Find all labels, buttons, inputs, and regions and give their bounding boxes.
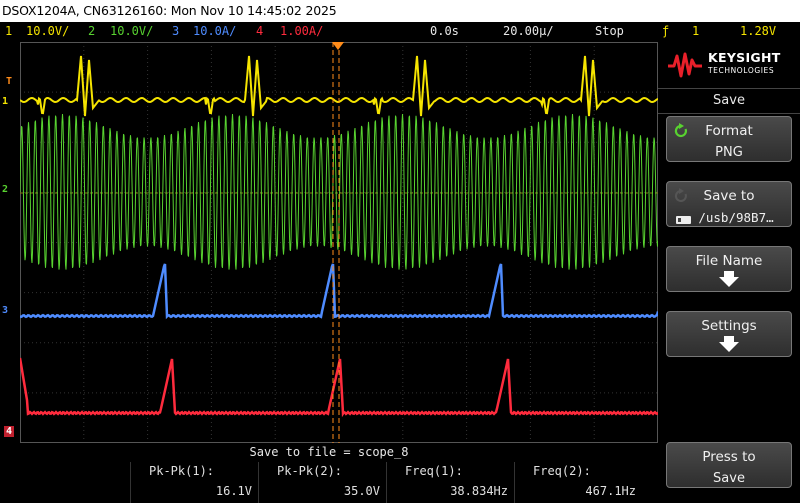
brand-subtitle: TECHNOLOGIES (708, 66, 775, 75)
save-to-label: Save to (703, 188, 755, 204)
measurement-value: 16.1V (215, 484, 252, 498)
measurement-pkpk1[interactable]: Pk-Pk(1): 16.1V (130, 462, 258, 503)
press-to-save-label-1: Press to (702, 449, 756, 465)
run-state: Stop (595, 24, 624, 38)
trigger-edge-icon: ƒ (662, 24, 670, 38)
ch1-ground-marker[interactable]: 1 (2, 96, 8, 107)
ch3-number[interactable]: 3 (172, 24, 179, 38)
settings-label: Settings (701, 318, 757, 334)
window-title: DSOX1204A, CN63126160: Mon Nov 10 14:45:… (0, 0, 800, 22)
measurement-freq2[interactable]: Freq(2): 467.1Hz (514, 462, 642, 503)
keysight-logo: KEYSIGHT TECHNOLOGIES (658, 42, 800, 86)
ch4-scale[interactable]: 1.00A/ (280, 24, 323, 38)
save-status-message: Save to file = scope_8 (249, 445, 409, 459)
measurement-bar: Pk-Pk(1): 16.1V Pk-Pk(2): 35.0V Freq(1):… (0, 462, 658, 503)
ch3-ground-marker[interactable]: 3 (2, 305, 8, 316)
ch1-scale[interactable]: 10.0V/ (26, 24, 69, 38)
status-bar: 1 10.0V/ 2 10.0V/ 3 10.0A/ 4 1.00A/ 0.0s… (0, 22, 800, 42)
press-to-save-softkey[interactable]: Press to Save (666, 442, 792, 488)
waveform-svg (18, 42, 660, 443)
ch4-number[interactable]: 4 (256, 24, 263, 38)
ch1-number[interactable]: 1 (5, 24, 12, 38)
ch4-ground-marker[interactable]: 4 (4, 426, 15, 437)
trigger-level[interactable]: 1.28V (740, 24, 776, 38)
softkey-panel: KEYSIGHT TECHNOLOGIES Save Format PNG Sa… (658, 42, 800, 503)
keysight-wave-icon (668, 52, 702, 78)
ch2-scale[interactable]: 10.0V/ (110, 24, 153, 38)
ch3-scale[interactable]: 10.0A/ (193, 24, 236, 38)
trigger-level-marker[interactable]: T (6, 76, 12, 87)
trigger-source[interactable]: 1 (692, 24, 699, 38)
measurement-label: Freq(2): (533, 464, 591, 478)
format-label: Format (705, 123, 753, 139)
press-to-save-label-2: Save (713, 471, 745, 486)
measurement-freq1[interactable]: Freq(1): 38.834Hz (386, 462, 514, 503)
submenu-arrow-icon (719, 271, 739, 287)
file-name-softkey[interactable]: File Name (666, 246, 792, 292)
trigger-time-marker-icon (332, 42, 344, 50)
submenu-arrow-icon (719, 336, 739, 352)
format-softkey[interactable]: Format PNG (666, 116, 792, 162)
settings-softkey[interactable]: Settings (666, 311, 792, 357)
measurement-label: Freq(1): (405, 464, 463, 478)
save-to-softkey[interactable]: Save to /usb/98B7… (666, 181, 792, 227)
menu-title: Save (658, 88, 800, 114)
measurement-pkpk2[interactable]: Pk-Pk(2): 35.0V (258, 462, 386, 503)
format-value: PNG (715, 145, 743, 160)
measurement-value: 467.1Hz (585, 484, 636, 498)
measurement-label: Pk-Pk(2): (277, 464, 343, 478)
brand-name: KEYSIGHT (708, 50, 781, 65)
time-delay[interactable]: 0.0s (430, 24, 459, 38)
usb-drive-icon (676, 216, 691, 224)
ch2-ground-marker[interactable]: 2 (2, 184, 8, 195)
waveform-display[interactable] (18, 42, 660, 443)
time-scale[interactable]: 20.00µ/ (503, 24, 554, 38)
measurement-label: Pk-Pk(1): (149, 464, 215, 478)
measurement-value: 38.834Hz (450, 484, 508, 498)
file-name-label: File Name (695, 253, 763, 269)
ch2-number[interactable]: 2 (88, 24, 95, 38)
measurement-value: 35.0V (343, 484, 380, 498)
